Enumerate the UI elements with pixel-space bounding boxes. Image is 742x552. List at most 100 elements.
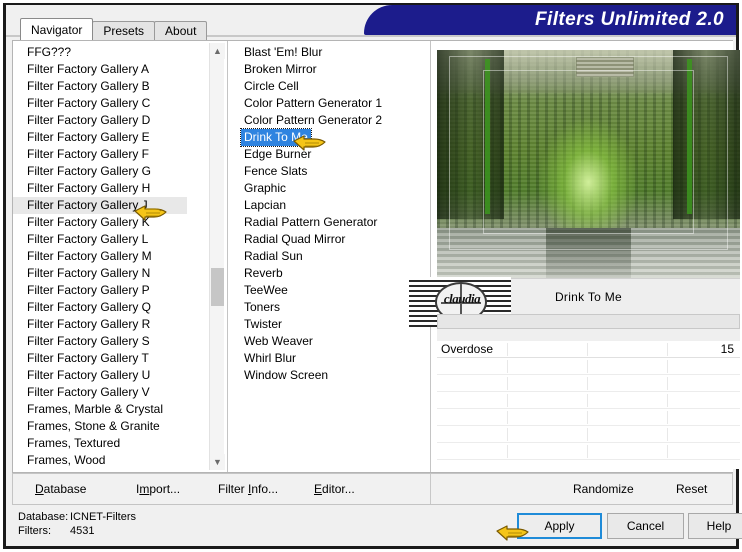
category-item[interactable]: Filter Factory Gallery C	[13, 95, 209, 112]
category-scrollbar[interactable]: ▲ ▼	[209, 43, 225, 470]
tab-strip: Navigator Presets About	[20, 18, 208, 40]
filter-info-button[interactable]: Filter Info...	[218, 474, 278, 504]
filter-item[interactable]: TeeWee	[228, 282, 430, 299]
parameter-row[interactable]	[437, 392, 740, 409]
category-item[interactable]: Filter Factory Gallery N	[13, 265, 209, 282]
category-item[interactable]: FFG???	[13, 44, 209, 61]
parameter-tick	[667, 445, 668, 458]
reset-button-label: Reset	[676, 482, 708, 496]
filter-item-label: Broken Mirror	[244, 62, 317, 76]
help-button[interactable]: Help	[688, 513, 742, 539]
category-item[interactable]: Filter Factory Gallery F	[13, 146, 209, 163]
parameter-row[interactable]	[437, 358, 740, 375]
category-item[interactable]: Filter Factory Gallery E	[13, 129, 209, 146]
title-banner: Filters Unlimited 2.0	[364, 5, 736, 35]
status-database-label: Database:	[18, 511, 69, 523]
parameter-tick	[667, 411, 668, 424]
apply-button-label: Apply	[544, 519, 575, 533]
category-item[interactable]: Filter Factory Gallery R	[13, 316, 209, 333]
category-item[interactable]: Filter Factory Gallery B	[13, 78, 209, 95]
category-item[interactable]: Filter Factory Gallery U	[13, 367, 209, 384]
filter-item[interactable]: Radial Quad Mirror	[228, 231, 430, 248]
filter-item-label: Radial Pattern Generator	[244, 215, 378, 229]
category-item[interactable]: Filter Factory Gallery D	[13, 112, 209, 129]
filter-item[interactable]: Circle Cell	[228, 78, 430, 95]
filter-item[interactable]: Graphic	[228, 180, 430, 197]
category-item[interactable]: Filter Factory Gallery K	[13, 214, 209, 231]
filter-item-label: Twister	[244, 317, 283, 331]
parameter-slider-track[interactable]	[437, 314, 740, 329]
import-button[interactable]: Import...	[136, 474, 180, 504]
category-item[interactable]: Filter Factory Gallery T	[13, 350, 209, 367]
filter-item[interactable]: Reverb	[228, 265, 430, 282]
parameter-tick	[667, 394, 668, 407]
category-item[interactable]: Frames, Marble & Crystal	[13, 401, 209, 418]
category-item[interactable]: Filter Factory Gallery Q	[13, 299, 209, 316]
category-item-label: Frames, Textured	[27, 436, 121, 450]
filter-item-label: Radial Quad Mirror	[244, 232, 346, 246]
filter-item[interactable]: Radial Sun	[228, 248, 430, 265]
category-item[interactable]: Frames, Textured	[13, 435, 209, 452]
category-item[interactable]: Filter Factory Gallery A	[13, 61, 209, 78]
status-bar: Database: ICNET-Filters Filters: 4531 Appl…	[12, 509, 742, 549]
filter-item[interactable]: Window Screen	[228, 367, 430, 384]
parameter-tick	[587, 411, 588, 424]
category-item[interactable]: Frames, Stone & Granite	[13, 418, 209, 435]
category-list[interactable]: FFG??? Filter Factory Gallery A Filter Fac…	[13, 41, 227, 472]
parameter-row[interactable]	[437, 426, 740, 443]
category-item-label: Filter Factory Gallery B	[27, 79, 150, 93]
category-item[interactable]: Filter Factory Gallery M	[13, 248, 209, 265]
tab-navigator[interactable]: Navigator	[20, 18, 94, 40]
category-item-label: Frames, Marble & Crystal	[27, 402, 164, 416]
filter-item[interactable]: Toners	[228, 299, 430, 316]
status-filters: Filters: 4531	[18, 525, 94, 537]
randomize-button[interactable]: Randomize	[573, 474, 634, 504]
tab-navigator-label: Navigator	[31, 22, 83, 37]
scroll-up-arrow-icon[interactable]: ▲	[210, 43, 225, 59]
parameter-name: Overdose	[441, 342, 494, 356]
filter-item[interactable]: Twister	[228, 316, 430, 333]
parameter-row[interactable]	[437, 375, 740, 392]
editor-button[interactable]: Editor...	[314, 474, 355, 504]
filter-item[interactable]: Whirl Blur	[228, 350, 430, 367]
scroll-down-arrow-icon[interactable]: ▼	[210, 454, 225, 470]
category-item[interactable]: Filter Factory Gallery S	[13, 333, 209, 350]
filter-item[interactable]: Fence Slats	[228, 163, 430, 180]
filter-item[interactable]: Radial Pattern Generator	[228, 214, 430, 231]
cancel-button[interactable]: Cancel	[607, 513, 684, 539]
parameter-row[interactable]	[437, 443, 740, 460]
filter-item-label: Fence Slats	[244, 164, 308, 178]
preview-frameline-inner	[483, 70, 694, 234]
category-item-label: Filter Factory Gallery D	[27, 113, 151, 127]
parameter-row[interactable]: Overdose 15	[437, 341, 740, 358]
database-button[interactable]: Database	[35, 474, 86, 504]
filter-item[interactable]: Lapcian	[228, 197, 430, 214]
parameter-tick	[667, 428, 668, 441]
filter-item-label: Drink To Me	[240, 128, 312, 147]
category-item[interactable]: Filter Factory Gallery L	[13, 231, 209, 248]
filter-item[interactable]: Broken Mirror	[228, 61, 430, 78]
apply-button[interactable]: Apply	[517, 513, 602, 539]
category-item-label: Filter Factory Gallery P	[27, 283, 150, 297]
category-item[interactable]: Filter Factory Gallery H	[13, 180, 209, 197]
filter-item[interactable]: Color Pattern Generator 1	[228, 95, 430, 112]
category-item[interactable]: Filter Factory Gallery J	[13, 197, 187, 214]
filter-item[interactable]: Blast 'Em! Blur	[228, 44, 430, 61]
filter-item-label: Whirl Blur	[244, 351, 297, 365]
filter-list[interactable]: Blast 'Em! Blur Broken Mirror Circle Cell C…	[228, 41, 430, 472]
parameter-row[interactable]	[437, 409, 740, 426]
reset-button[interactable]: Reset	[676, 474, 707, 504]
category-item[interactable]: Filter Factory Gallery P	[13, 282, 209, 299]
tab-presets[interactable]: Presets	[92, 21, 156, 40]
filter-item[interactable]: Color Pattern Generator 2	[228, 112, 430, 129]
category-item[interactable]: Frames, Wood	[13, 452, 209, 469]
filter-item[interactable]: Web Weaver	[228, 333, 430, 350]
category-item[interactable]: Filter Factory Gallery G	[13, 163, 209, 180]
preview-image[interactable]	[437, 50, 740, 278]
filter-item[interactable]: Drink To Me	[228, 128, 430, 147]
filters-unlimited-window: Filters Unlimited 2.0 Navigator Presets …	[0, 0, 742, 552]
tab-about[interactable]: About	[154, 21, 208, 40]
scrollbar-thumb[interactable]	[211, 268, 224, 306]
filter-item[interactable]: Edge Burner	[228, 146, 430, 163]
category-item[interactable]: Filter Factory Gallery V	[13, 384, 209, 401]
